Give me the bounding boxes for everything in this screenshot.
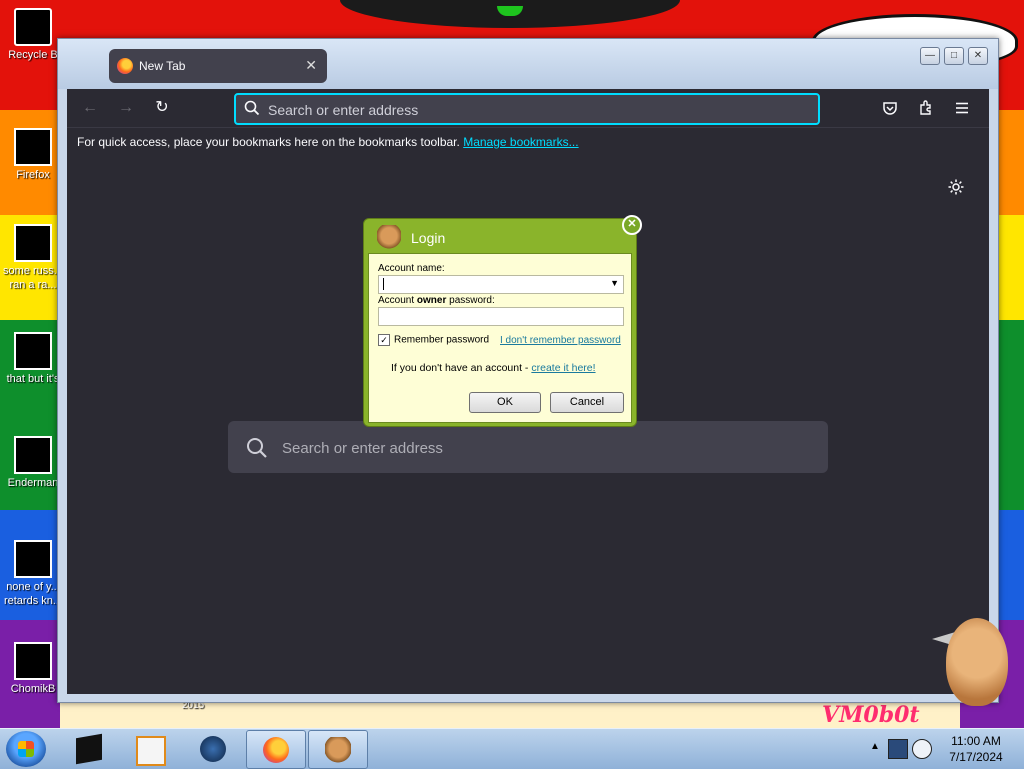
wallpaper-creature [340,0,680,28]
system-tray: ▲ 11:00 AM 7/17/2024 [864,729,1024,769]
tab-close-icon[interactable]: ✕ [305,57,317,74]
search-icon [244,100,260,116]
firefox-icon [117,58,133,74]
close-window-button[interactable]: ✕ [968,47,988,65]
firefox-icon [14,128,52,166]
bookmarks-toolbar: For quick access, place your bookmarks h… [67,127,989,157]
extensions-icon[interactable] [918,99,935,116]
new-tab-search-box[interactable] [228,421,828,473]
globe-icon [200,736,226,762]
shortcut-icon [14,224,52,262]
taskbar-app-firefox[interactable] [246,730,306,769]
gear-icon[interactable] [947,178,965,196]
password-label-bold: owner [416,295,447,306]
clock-time: 11:00 AM [951,734,1001,748]
dialog-title: Login [411,230,446,246]
text-caret [383,278,384,290]
pocket-icon[interactable] [882,100,898,116]
reload-icon[interactable]: ↻ [152,98,172,118]
password-field[interactable] [378,307,624,326]
password-label-suffix: password: [446,295,495,306]
create-account-link[interactable]: create it here! [531,362,595,374]
tab-title: New Tab [139,59,186,73]
start-button[interactable] [6,731,46,767]
remember-password-row[interactable]: ✓ Remember password [378,334,489,346]
wallpaper-watermark: VM0b0t [822,702,920,728]
shortcut-icon [14,332,52,370]
manage-bookmarks-link[interactable]: Manage bookmarks... [463,135,578,149]
hamster-body [946,618,1008,706]
shortcut-icon [14,436,52,474]
network-icon[interactable] [888,739,908,759]
shortcut-icon [14,642,52,680]
show-hidden-icons-icon[interactable]: ▲ [870,741,880,752]
remember-password-label: Remember password [394,334,490,346]
clock-date: 7/17/2024 [949,750,1003,764]
hamster-icon [325,737,351,763]
window-titlebar[interactable]: New Tab ✕ — □ ✕ [58,39,998,89]
bookmarks-message: For quick access, place your bookmarks h… [77,135,579,149]
url-input[interactable] [266,99,810,121]
menu-icon[interactable] [954,100,970,116]
recycle-bin-icon [14,8,52,46]
password-label-prefix: Account [378,295,417,306]
clock[interactable]: 11:00 AM 7/17/2024 [936,733,1016,765]
volume-icon[interactable] [912,739,932,759]
ok-button[interactable]: OK [469,392,541,413]
terminal-icon [76,733,102,765]
taskbar-app-globe[interactable] [184,730,242,767]
password-label: Account owner password: [378,295,495,306]
shortcut-icon [14,540,52,578]
back-arrow-icon[interactable]: ← [80,98,100,118]
dialog-body: Account name: ▼ Account owner password: … [368,253,632,423]
firefox-icon [263,737,289,763]
nav-toolbar: ← → ↻ [67,89,989,127]
media-player-icon [136,736,166,766]
account-name-label: Account name: [378,263,445,274]
dialog-close-icon[interactable]: ✕ [622,215,642,235]
maximize-button[interactable]: □ [944,47,964,65]
dropdown-arrow-icon[interactable]: ▼ [610,278,619,288]
login-dialog: Login ✕ Account name: ▼ Account owner pa… [363,215,642,427]
windows-logo-icon [18,741,34,757]
minimize-button[interactable]: — [920,47,940,65]
search-icon [247,438,267,458]
taskbar-app-media[interactable] [120,730,178,767]
tab-new-tab[interactable]: New Tab ✕ [109,49,327,83]
bookmarks-hint-text: For quick access, place your bookmarks h… [77,135,460,149]
taskbar-app-cmd[interactable] [60,730,118,767]
taskbar-app-chomik[interactable] [308,730,368,769]
new-tab-search-input[interactable] [280,435,804,461]
taskbar: ▲ 11:00 AM 7/17/2024 [0,728,1024,769]
account-name-combo[interactable]: ▼ [378,275,624,294]
no-account-text: If you don't have an account - create it… [391,362,596,374]
cancel-button[interactable]: Cancel [550,392,624,413]
forgot-password-link[interactable]: I don't remember password [500,335,621,346]
forward-arrow-icon[interactable]: → [116,98,136,118]
remember-password-checkbox[interactable]: ✓ [378,334,390,346]
no-account-prefix: If you don't have an account - [391,362,532,374]
hamster-icon [377,225,401,249]
hamster-mascot [932,600,1012,710]
url-bar[interactable] [234,93,820,125]
